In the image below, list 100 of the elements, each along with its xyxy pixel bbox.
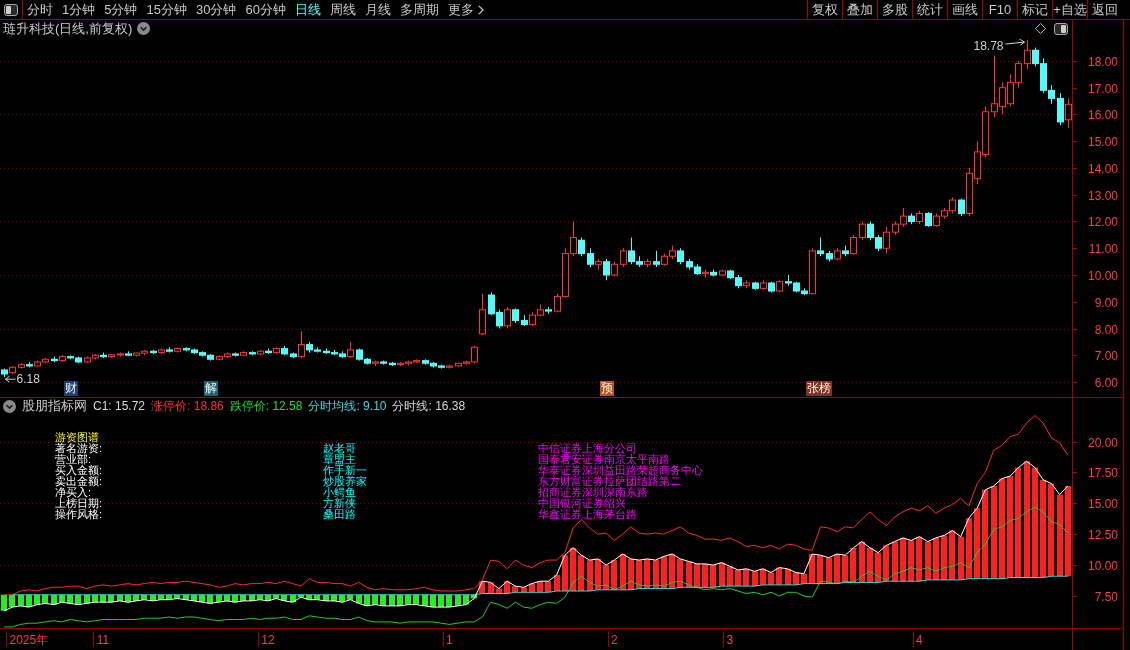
toolbar-button[interactable]: 返回 xyxy=(1087,0,1122,19)
period-tab[interactable]: 5分钟 xyxy=(104,0,138,19)
indicator-bar xyxy=(966,518,972,579)
branch-name: 招商证券深圳深南东路 xyxy=(538,487,648,498)
toolbar-button[interactable]: 复权 xyxy=(807,0,842,19)
chevron-down-circle-icon[interactable] xyxy=(3,399,16,413)
panel-icon[interactable] xyxy=(4,3,18,16)
toolbar-button[interactable]: 画线 xyxy=(947,0,982,19)
axis-label: 10.00 xyxy=(1087,558,1118,573)
indicator-bar xyxy=(595,558,601,590)
indicator-bar xyxy=(752,571,758,587)
indicator-bar xyxy=(504,581,510,594)
branch-name: 中信证券上海分公司 xyxy=(538,443,638,454)
date-label: 1 xyxy=(446,633,453,647)
axis-label: 17.50 xyxy=(1087,465,1118,480)
indicator-bar xyxy=(216,594,222,603)
arrow-icon xyxy=(1005,38,1025,46)
price-label: 18.78 xyxy=(973,39,1004,54)
toolbar-button[interactable]: 多股 xyxy=(877,0,912,19)
more-menu-button[interactable]: 更多 xyxy=(447,0,484,19)
indicator-bar xyxy=(842,555,848,583)
event-tag[interactable]: 张榜 xyxy=(806,381,832,396)
indicator-bar xyxy=(925,541,931,580)
toolbar-button[interactable]: 统计 xyxy=(912,0,947,19)
indicator-bar xyxy=(133,594,139,601)
indicator-readout: 分时线: 16.38 xyxy=(392,398,466,414)
indicator-bar xyxy=(18,594,24,606)
indicator-bar xyxy=(232,594,238,603)
event-tag[interactable]: 预 xyxy=(600,381,614,396)
period-tab[interactable]: 日线 xyxy=(294,0,321,19)
indicator-bar xyxy=(974,508,980,579)
indicator-bar xyxy=(488,582,494,594)
toolbar-button[interactable]: F10 xyxy=(982,0,1017,19)
indicator-bar xyxy=(158,594,164,600)
panel-heading: 游资图谱 xyxy=(55,432,100,443)
indicator-bar xyxy=(669,553,675,589)
date-label: 2 xyxy=(611,633,618,647)
period-tab[interactable]: 15分钟 xyxy=(146,0,187,19)
toolbar-button[interactable]: 叠加 xyxy=(842,0,877,19)
indicator-bar xyxy=(776,567,782,585)
indicator-bar xyxy=(611,560,617,590)
indicator-bar xyxy=(636,560,642,589)
period-tab[interactable]: 30分钟 xyxy=(195,0,237,19)
trader-name: 章盟主 xyxy=(323,454,357,465)
indicator-bar xyxy=(817,555,823,584)
field-label: 上榜日期: xyxy=(55,498,104,509)
axis-label: 14.00 xyxy=(1087,161,1118,176)
indicator-bar xyxy=(249,594,255,601)
event-tag[interactable]: 解 xyxy=(204,381,218,396)
trader-name: 赵老哥 xyxy=(323,443,357,454)
indicator-bar xyxy=(496,588,502,594)
period-tab[interactable]: 多周期 xyxy=(399,0,439,19)
branch-name: 华泰证券深圳益田路荣超商务中心 xyxy=(538,465,703,476)
indicator-bar xyxy=(455,594,461,606)
indicator-bar xyxy=(644,558,650,589)
indicator-bar xyxy=(380,594,386,606)
indicator-bar xyxy=(199,594,205,603)
indicator-bar xyxy=(958,536,964,580)
indicator-bar xyxy=(51,594,57,605)
period-tab[interactable]: 分时 xyxy=(27,0,53,19)
indicator-bar xyxy=(183,594,189,600)
indicator-bar xyxy=(900,537,906,582)
indicator-bar xyxy=(430,594,436,608)
period-tab[interactable]: 60分钟 xyxy=(245,0,286,19)
indicator-bar xyxy=(224,594,230,601)
axis-label: 6.00 xyxy=(1094,375,1118,390)
indicator-bar xyxy=(661,556,667,589)
chevron-down-circle-icon[interactable] xyxy=(137,22,151,35)
axis-label: 8.00 xyxy=(1094,322,1118,337)
indicator-bar xyxy=(257,594,263,600)
axis-label: 16.00 xyxy=(1087,107,1118,122)
indicator-bar xyxy=(735,570,741,587)
event-tag[interactable]: 财 xyxy=(64,381,78,396)
period-tab[interactable]: 月线 xyxy=(364,0,391,19)
indicator-bar xyxy=(331,594,337,601)
indicator-bar xyxy=(273,594,279,599)
indicator-bar xyxy=(587,560,593,592)
indicator-bar xyxy=(883,545,889,582)
branch-name: 东方财富证券拉萨团结路第二 xyxy=(538,476,681,487)
indicator-bar xyxy=(908,540,914,582)
period-tab[interactable]: 1分钟 xyxy=(62,0,96,19)
indicator-bar xyxy=(306,594,312,600)
indicator-bar xyxy=(446,594,452,608)
indicator-bar xyxy=(265,594,271,601)
trader-name: 小鳄鱼 xyxy=(323,487,356,498)
indicator-bar xyxy=(875,552,881,583)
indicator-bar xyxy=(67,594,73,604)
period-tab[interactable]: 周线 xyxy=(329,0,356,19)
toolbar-button[interactable]: +自选 xyxy=(1052,0,1087,19)
toolbar-button[interactable]: 标记 xyxy=(1017,0,1052,19)
indicator-bar xyxy=(892,541,898,582)
indicator-bar xyxy=(34,594,40,605)
diamond-icon[interactable] xyxy=(1035,23,1046,34)
indicator-bar xyxy=(653,560,659,589)
indicator-bar xyxy=(372,594,378,605)
indicator-bar xyxy=(916,536,922,582)
field-label: 卖出金额: xyxy=(55,476,104,487)
indicator-bar xyxy=(578,555,584,592)
indicator-bar xyxy=(26,594,32,608)
panel-icon[interactable] xyxy=(1054,22,1068,35)
